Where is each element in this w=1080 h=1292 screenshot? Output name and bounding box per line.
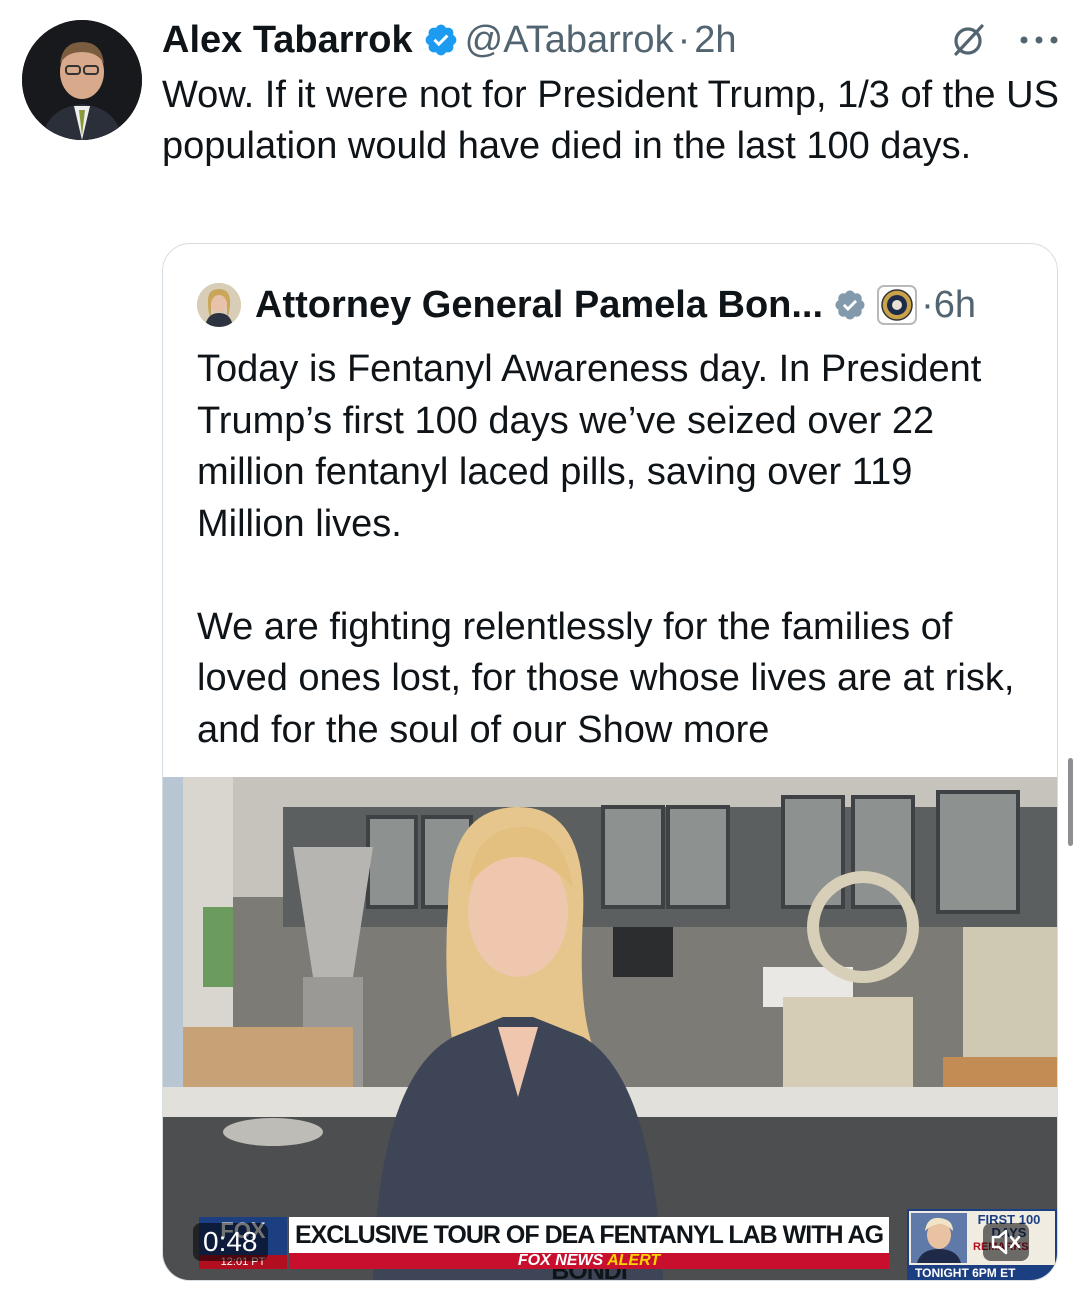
author-name[interactable]: Alex Tabarrok [162, 19, 413, 62]
tweet-time[interactable]: 2h [694, 19, 736, 62]
quoted-text-paragraph-1: Today is Fentanyl Awareness day. In Pres… [197, 348, 982, 545]
promo-time: TONIGHT 6PM ET [909, 1265, 1055, 1280]
video-duration: 0:48 [193, 1223, 268, 1261]
promo-portrait [911, 1213, 967, 1263]
news-ticker: FOX 12:01 PT EXCLUSIVE TOUR OF DEA FENTA… [199, 1209, 1057, 1280]
tweet-header: Alex Tabarrok @ATabarrok · 2h [162, 14, 1060, 66]
author-avatar[interactable] [22, 20, 142, 140]
show-more-link[interactable]: Show more [577, 709, 769, 751]
separator-dot: · [677, 18, 691, 61]
quoted-author-name[interactable]: Attorney General Pamela Bon... [255, 284, 823, 327]
header-actions [948, 20, 1060, 60]
news-headline: EXCLUSIVE TOUR OF DEA FENTANYL LAB WITH … [289, 1217, 889, 1280]
more-icon[interactable] [1018, 34, 1060, 46]
grok-icon[interactable] [948, 20, 988, 60]
author-handle[interactable]: @ATabarrok [465, 19, 674, 62]
video-player[interactable]: FOX 12:01 PT EXCLUSIVE TOUR OF DEA FENTA… [163, 777, 1057, 1280]
promo-box: FIRST 100 DAYS REMARKS TONIGHT 6PM ET [907, 1209, 1057, 1280]
quoted-tweet-card[interactable]: Attorney General Pamela Bon... · 6h Toda… [162, 243, 1058, 1281]
alert-prefix: FOX NEWS [517, 1252, 604, 1269]
separator-dot: · [921, 283, 934, 326]
news-alert-bar: FOX NEWS ALERT [289, 1253, 889, 1269]
quoted-tweet-header: Attorney General Pamela Bon... · 6h [197, 280, 976, 330]
author-avatar-image [22, 20, 142, 140]
scrollbar[interactable] [1068, 758, 1073, 846]
tweet-text: Wow. If it were not for President Trump,… [162, 74, 1059, 167]
quoted-author-avatar [197, 283, 241, 327]
mute-button[interactable] [983, 1223, 1029, 1261]
doj-seal-icon [877, 285, 918, 325]
quoted-tweet-text: Today is Fentanyl Awareness day. In Pres… [197, 344, 1027, 756]
video-frame [163, 777, 1057, 1280]
quoted-tweet-time[interactable]: 6h [934, 284, 976, 327]
verified-badge-icon [835, 290, 865, 320]
mute-icon [991, 1229, 1021, 1255]
verified-badge-icon [425, 24, 456, 56]
alert-word: ALERT [607, 1252, 661, 1269]
